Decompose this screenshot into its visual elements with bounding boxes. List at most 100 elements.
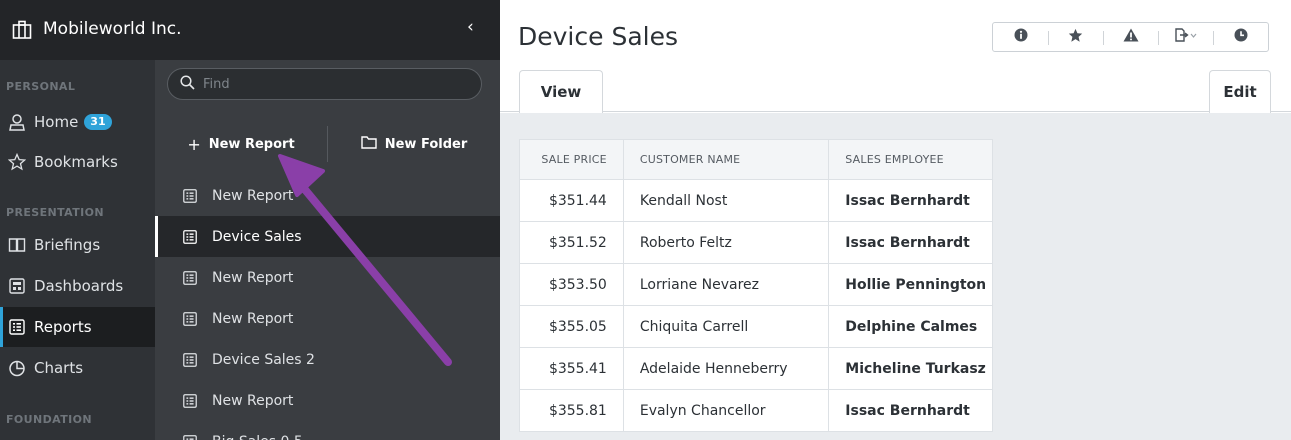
report-list-item-label: Device Sales (212, 228, 302, 245)
report-list-item[interactable]: New Report (155, 257, 500, 298)
column-header-customer-name[interactable]: CUSTOMER NAME (623, 139, 830, 180)
cell-customer-name: Kendall Nost (623, 179, 830, 222)
pie-chart-icon (8, 359, 34, 377)
nav-label-charts: Charts (34, 359, 84, 377)
cell-sales-employee: Micheline Turkasz (828, 347, 993, 390)
tab-view[interactable]: View (519, 70, 603, 113)
tab-edit[interactable]: Edit (1209, 70, 1271, 113)
plus-icon: + (187, 134, 201, 154)
nav-item-home[interactable]: Home 31 (0, 102, 155, 142)
table-row[interactable]: $353.50 Lorriane Nevarez Hollie Pennington (519, 263, 993, 306)
briefcase-icon (12, 20, 32, 40)
search-input[interactable] (203, 76, 463, 92)
warning-icon (1123, 28, 1139, 46)
nav-label-reports: Reports (34, 318, 92, 336)
report-icon (182, 270, 198, 286)
nav-label-bookmarks: Bookmarks (34, 153, 118, 171)
cell-sales-employee: Issac Bernhardt (828, 179, 993, 222)
report-icon (182, 229, 198, 245)
report-icon (182, 393, 198, 409)
cell-sales-employee: Hollie Pennington (828, 263, 993, 306)
report-icon (182, 434, 198, 440)
collapse-sidebar-button[interactable]: ‹ (467, 17, 474, 37)
panel-actions: + New Report New Folder (155, 122, 500, 166)
column-header-sales-employee[interactable]: SALES EMPLOYEE (828, 139, 993, 180)
table-row[interactable]: $351.52 Roberto Feltz Issac Bernhardt (519, 221, 993, 264)
report-list-item[interactable]: Device Sales (155, 216, 500, 257)
report-icon (182, 311, 198, 327)
alert-button[interactable] (1103, 23, 1158, 51)
table-row[interactable]: $355.81 Evalyn Chancellor Issac Bernhardt (519, 389, 993, 432)
report-icon (8, 318, 34, 336)
table-row[interactable]: $351.44 Kendall Nost Issac Bernhardt (519, 179, 993, 222)
section-foundation: FOUNDATION (6, 413, 92, 426)
info-icon (1014, 28, 1028, 46)
report-list-item-label: Device Sales 2 (212, 351, 315, 368)
report-toolbar (992, 22, 1269, 52)
star-icon (1068, 28, 1083, 47)
company-name: Mobileworld Inc. (43, 19, 182, 39)
page-title: Device Sales (518, 22, 678, 51)
cell-sale-price: $355.41 (519, 347, 624, 390)
main-area: Device Sales View Edit SALE PRICE CUSTOM… (500, 0, 1291, 440)
nav-label-dashboards: Dashboards (34, 277, 124, 295)
cell-sales-employee: Issac Bernhardt (828, 221, 993, 264)
report-grid: SALE PRICE CUSTOMER NAME SALES EMPLOYEE … (519, 139, 993, 432)
nav-item-charts[interactable]: Charts (0, 348, 155, 388)
new-report-button[interactable]: + New Report (155, 135, 327, 154)
section-presentation: PRESENTATION (6, 206, 104, 219)
report-icon (182, 352, 198, 368)
report-list-item-label: New Report (212, 392, 294, 409)
report-icon (182, 188, 198, 204)
history-icon (1234, 28, 1248, 46)
report-list-item[interactable]: New Report (155, 380, 500, 421)
export-button[interactable] (1158, 23, 1213, 51)
nav-label-home: Home (34, 113, 79, 131)
report-list-item-label: New Report (212, 310, 294, 327)
star-icon (8, 153, 34, 171)
report-list-item[interactable]: New Report (155, 298, 500, 339)
search-box[interactable] (167, 68, 482, 100)
cell-sale-price: $355.05 (519, 305, 624, 348)
report-list-item-label: Big Sales 0.5 (212, 434, 303, 440)
new-folder-button[interactable]: New Folder (328, 135, 500, 153)
new-folder-label: New Folder (384, 136, 468, 152)
home-count-badge: 31 (84, 114, 112, 130)
cell-customer-name: Roberto Feltz (623, 221, 830, 264)
folder-icon (361, 135, 377, 153)
brand-bar: Mobileworld Inc. ‹ (0, 0, 500, 60)
search-icon (180, 74, 195, 94)
cell-sale-price: $351.44 (519, 179, 624, 222)
report-list-panel: + New Report New Folder New Report Device… (155, 60, 500, 440)
table-row[interactable]: $355.05 Chiquita Carrell Delphine Calmes (519, 305, 993, 348)
column-header-sale-price[interactable]: SALE PRICE (519, 139, 624, 180)
left-nav: PERSONAL Home 31 Bookmarks PRESENTATION … (0, 0, 155, 440)
cell-customer-name: Evalyn Chancellor (623, 389, 830, 432)
cell-sale-price: $353.50 (519, 263, 624, 306)
report-list-item[interactable]: Big Sales 0.5 (155, 421, 500, 440)
section-personal: PERSONAL (6, 80, 76, 93)
nav-item-reports[interactable]: Reports (0, 307, 155, 347)
cell-customer-name: Adelaide Henneberry (623, 347, 830, 390)
history-button[interactable] (1213, 23, 1268, 51)
nav-item-dashboards[interactable]: Dashboards (0, 266, 155, 306)
cell-sales-employee: Delphine Calmes (828, 305, 993, 348)
dashboard-icon (8, 277, 34, 295)
book-icon (8, 236, 34, 254)
report-list-item[interactable]: Device Sales 2 (155, 339, 500, 380)
grid-header-row: SALE PRICE CUSTOMER NAME SALES EMPLOYEE (519, 139, 993, 180)
report-list-item-label: New Report (212, 187, 294, 204)
report-list-item[interactable]: New Report (155, 175, 500, 216)
nav-item-briefings[interactable]: Briefings (0, 225, 155, 265)
user-icon (8, 113, 34, 131)
cell-sale-price: $355.81 (519, 389, 624, 432)
table-row[interactable]: $355.41 Adelaide Henneberry Micheline Turk… (519, 347, 993, 390)
cell-sales-employee: Issac Bernhardt (828, 389, 993, 432)
info-button[interactable] (993, 23, 1048, 51)
report-list-item-label: New Report (212, 269, 294, 286)
nav-label-briefings: Briefings (34, 236, 101, 254)
nav-item-bookmarks[interactable]: Bookmarks (0, 142, 155, 182)
export-icon (1174, 28, 1197, 46)
tab-strip (500, 70, 1291, 112)
bookmark-button[interactable] (1048, 23, 1103, 51)
